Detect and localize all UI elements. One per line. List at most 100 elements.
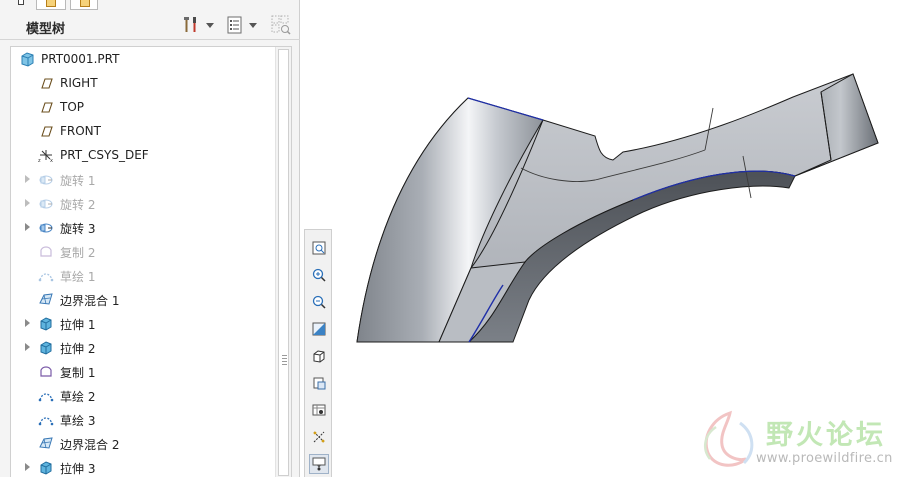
sketch-icon: [38, 393, 54, 402]
tree-item-label: 草绘 2: [60, 390, 96, 404]
zoom-out-icon: [312, 295, 326, 309]
tree-item[interactable]: 旋转 3: [11, 216, 275, 238]
tree-item[interactable]: 边界混合 1: [11, 288, 275, 310]
watermark-url: www.proewildfire.cn: [756, 451, 893, 466]
tree-item[interactable]: 草绘 2: [11, 384, 275, 406]
tree-item[interactable]: TOP: [11, 96, 275, 118]
tree-item-label: PRT0001.PRT: [41, 52, 120, 66]
tree-item[interactable]: 拉伸 2: [11, 336, 275, 358]
tree-item[interactable]: 拉伸 1: [11, 312, 275, 334]
panel-title: 模型树: [26, 22, 66, 37]
svg-text:x: x: [50, 158, 53, 163]
saved-orientations-button[interactable]: [309, 373, 329, 393]
extrude-icon: [40, 341, 52, 355]
revolve-icon: [39, 199, 53, 209]
zoom-out-button[interactable]: [309, 292, 329, 312]
datum-display-button[interactable]: [309, 427, 329, 447]
tree-item[interactable]: 草绘 3: [11, 408, 275, 430]
tab-folder-browser[interactable]: [36, 0, 66, 10]
boundary-blend-icon: [39, 293, 53, 305]
tree-item-label: 复制 1: [60, 366, 96, 380]
copy-surface-icon: [40, 366, 52, 377]
datum-display-icon: [313, 431, 325, 443]
tab-model-tree[interactable]: [6, 0, 28, 10]
tree-item-label: 旋转 2: [60, 198, 96, 212]
annotation-display-icon: [312, 457, 326, 471]
model-tree-tab-icon: [18, 0, 24, 5]
grip-line: [282, 355, 287, 356]
filter-grid-icon: [271, 15, 291, 35]
tree-settings-button[interactable]: [181, 14, 214, 36]
chevron-down-icon: [249, 22, 257, 28]
expand-arrow-icon[interactable]: [25, 463, 30, 471]
sketch-icon: [38, 417, 54, 426]
repaint-button[interactable]: [309, 319, 329, 339]
tree-item-label: 复制 2: [60, 246, 96, 260]
tree-item-label: 旋转 3: [60, 222, 96, 236]
tree-item-label: 草绘 3: [60, 414, 96, 428]
svg-text:z: z: [38, 158, 41, 163]
tree-item[interactable]: 旋转 2: [11, 192, 275, 214]
datum-plane-icon: [41, 126, 53, 137]
copy-surface-icon: [40, 246, 52, 257]
sketch-icon: [38, 273, 54, 282]
tree-item[interactable]: 拉伸 3: [11, 456, 275, 477]
zoom-in-button[interactable]: [309, 265, 329, 285]
tree-item[interactable]: 草绘 1: [11, 264, 275, 286]
tree-item-label: TOP: [60, 100, 85, 114]
part-icon: [21, 52, 34, 67]
saved-orientations-icon: [313, 377, 326, 390]
tree-item[interactable]: 复制 1: [11, 360, 275, 382]
tree-root-item[interactable]: PRT0001.PRT: [11, 48, 275, 70]
tab-favorites[interactable]: [70, 0, 98, 10]
expand-arrow-icon[interactable]: [25, 343, 30, 351]
view-toolbar: [304, 229, 332, 477]
tree-filter-button[interactable]: [270, 14, 292, 36]
tools-icon: [184, 17, 196, 32]
favorites-icon: [80, 0, 90, 7]
watermark-title: 野火论坛: [766, 420, 886, 451]
model-tree: PRT0001.PRT RIGHT TOP FRONT z x PRT_CSYS_DEF 旋转…: [10, 46, 292, 477]
tree-scrollbar[interactable]: [275, 47, 291, 477]
tree-item-label: 拉伸 2: [60, 342, 96, 356]
annotation-display-button[interactable]: [309, 454, 329, 474]
grip-line: [282, 361, 287, 362]
expand-arrow-icon[interactable]: [25, 199, 30, 207]
boundary-blend-icon: [39, 437, 53, 449]
folder-icon: [46, 0, 56, 7]
revolve-icon: [39, 175, 53, 185]
graphics-window[interactable]: 野火论坛 www.proewildfire.cn: [333, 0, 909, 477]
datum-plane-icon: [41, 78, 53, 89]
named-views-button[interactable]: [309, 400, 329, 420]
expand-arrow-icon[interactable]: [25, 319, 30, 327]
expand-arrow-icon[interactable]: [25, 223, 30, 231]
tree-item-label: RIGHT: [60, 76, 98, 90]
tree-item-label: 拉伸 3: [60, 462, 96, 476]
tree-item[interactable]: 边界混合 2: [11, 432, 275, 454]
tree-item-label: 拉伸 1: [60, 318, 96, 332]
tree-item[interactable]: 复制 2: [11, 240, 275, 262]
extrude-icon: [40, 317, 52, 331]
panel-tab-strip: [0, 0, 300, 10]
display-style-button[interactable]: [309, 346, 329, 366]
tree-item[interactable]: 旋转 1: [11, 168, 275, 190]
refit-button[interactable]: [309, 238, 329, 258]
tree-columns-icon: [227, 16, 242, 34]
tree-item[interactable]: z x PRT_CSYS_DEF: [11, 144, 275, 166]
flame-logo-icon: [703, 410, 754, 467]
forum-watermark: 野火论坛 www.proewildfire.cn: [690, 405, 909, 477]
model-tree-header: 模型树: [0, 10, 300, 40]
expand-arrow-icon[interactable]: [25, 175, 30, 183]
repaint-icon: [312, 322, 326, 336]
grip-line: [282, 358, 287, 359]
tree-item-label: PRT_CSYS_DEF: [60, 148, 149, 162]
scrollbar-thumb[interactable]: [278, 49, 289, 476]
tree-show-button[interactable]: [226, 14, 257, 36]
refit-icon: [312, 241, 326, 255]
tree-item[interactable]: FRONT: [11, 120, 275, 142]
tree-item-label: 边界混合 1: [60, 294, 120, 308]
tree-item[interactable]: RIGHT: [11, 72, 275, 94]
datum-plane-icon: [41, 102, 53, 113]
zoom-in-icon: [312, 268, 326, 282]
model-tree-panel: 模型树 PRT0001.PRT RIGHT TOP FRONT z x PRT_…: [0, 0, 300, 477]
